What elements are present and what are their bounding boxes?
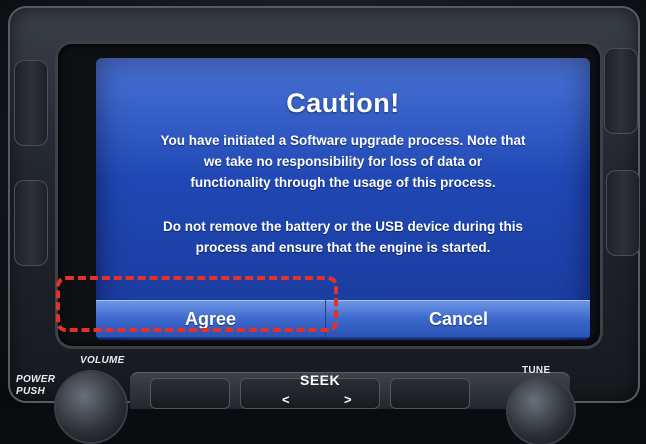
tune-label: TUNE	[522, 365, 551, 376]
display-screen: Caution! You have initiated a Software u…	[96, 58, 590, 340]
volume-label: VOLUME	[80, 355, 125, 366]
warning-line: Do not remove the battery or the USB dev…	[162, 219, 524, 234]
left-lower-side-button[interactable]	[14, 180, 48, 266]
agree-button[interactable]: Agree	[96, 300, 325, 338]
power-push-label: PUSH	[16, 386, 45, 397]
message-line: You have initiated a Software upgrade pr…	[160, 133, 526, 148]
seek-next-icon: >	[344, 392, 352, 407]
dialog-title: Caution!	[286, 88, 400, 118]
right-lower-side-button[interactable]	[606, 170, 640, 256]
message-line: we take no responsibility for loss of da…	[203, 154, 483, 169]
bottom-right-button[interactable]	[390, 378, 470, 409]
seek-prev-icon: <	[282, 392, 290, 407]
warning-line: process and ensure that the engine is st…	[195, 240, 491, 255]
right-upper-side-button[interactable]	[604, 48, 638, 134]
power-label: POWER	[16, 374, 56, 385]
left-upper-side-button[interactable]	[14, 60, 48, 146]
bottom-left-button[interactable]	[150, 378, 230, 409]
volume-knob[interactable]	[56, 372, 126, 442]
message-line: functionality through the usage of this …	[190, 175, 496, 190]
seek-label: SEEK	[300, 372, 341, 388]
dialog-warning: Do not remove the battery or the USB dev…	[106, 216, 580, 258]
dialog-message: You have initiated a Software upgrade pr…	[106, 130, 580, 193]
cancel-button[interactable]: Cancel	[325, 300, 590, 338]
tune-knob[interactable]	[508, 378, 574, 444]
